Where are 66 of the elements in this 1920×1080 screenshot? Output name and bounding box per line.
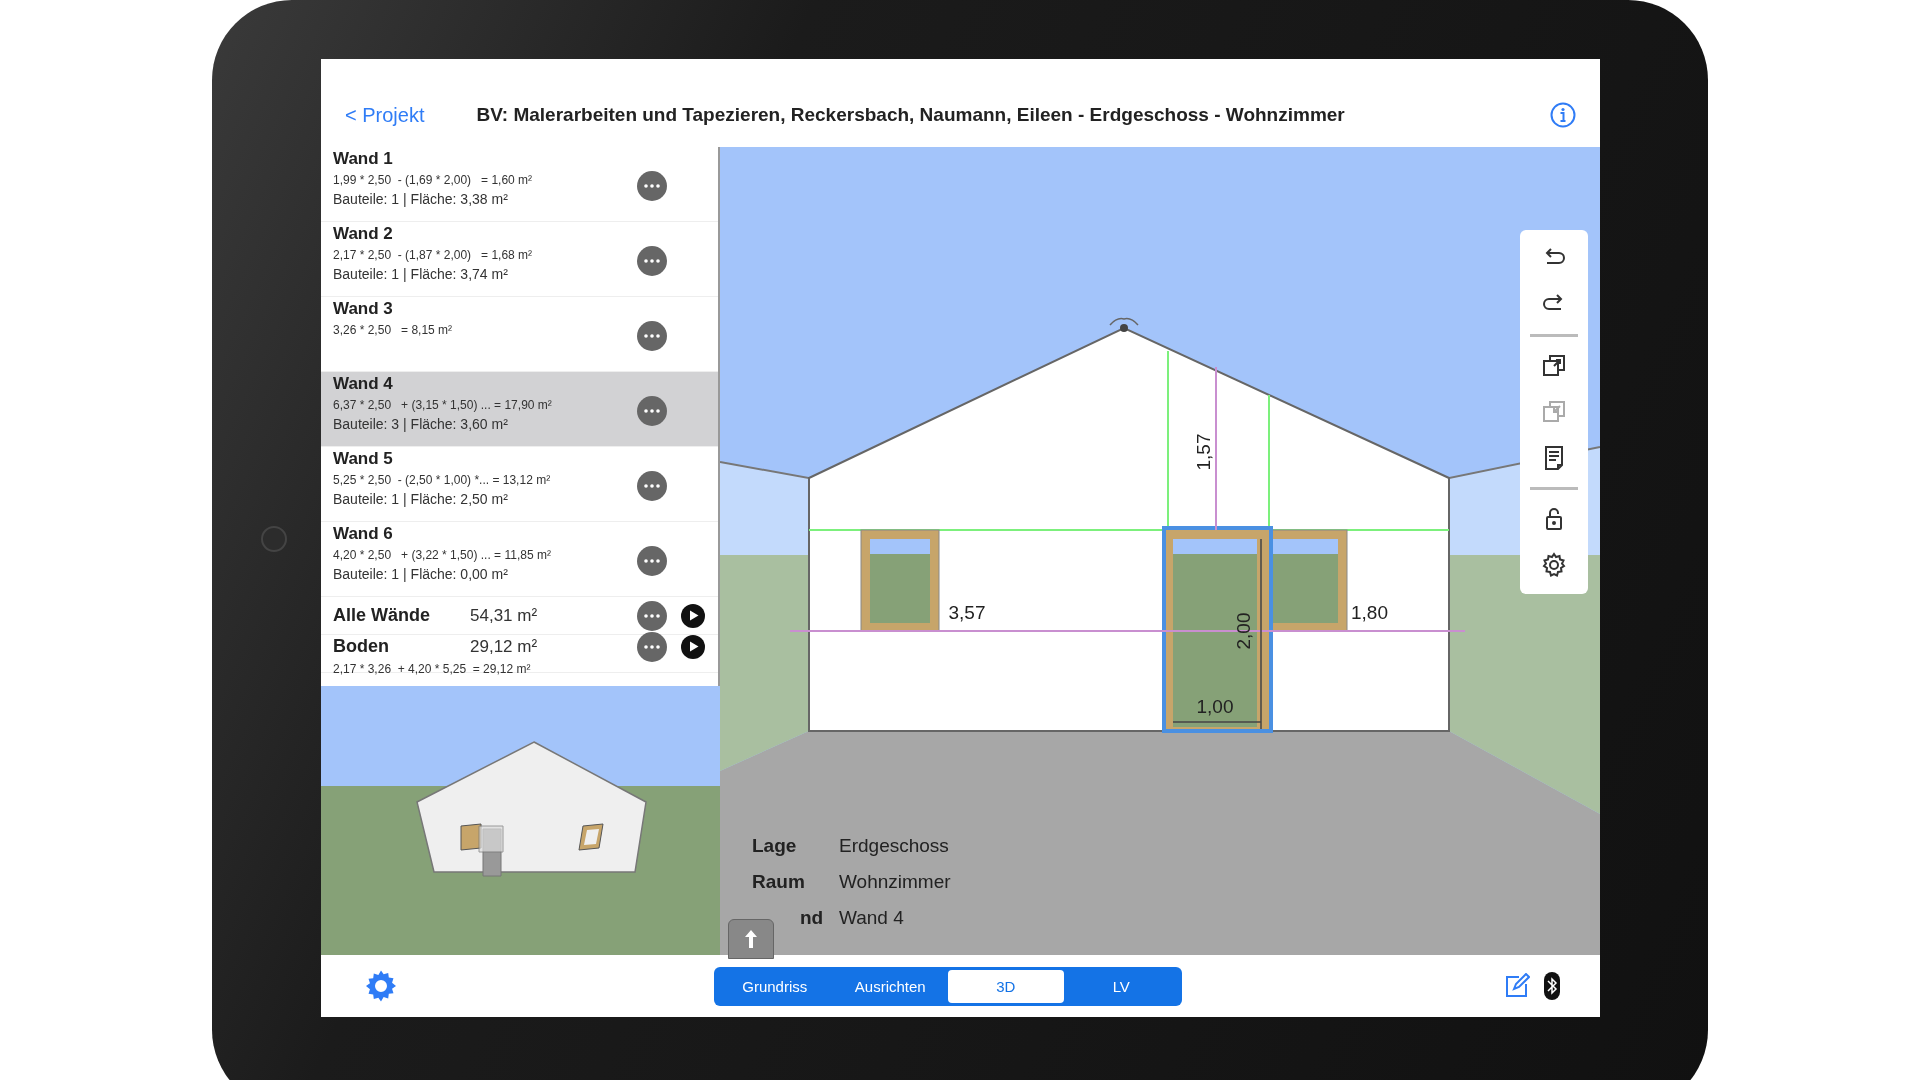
wall-summary: Bauteile: 1 | Fläche: 3,74 m² (333, 266, 509, 282)
more-button[interactable] (637, 545, 667, 576)
camera-icon (261, 526, 287, 552)
ellipsis-icon (644, 258, 660, 263)
wall-formula: 6,37 * 2,50 + (3,15 * 1,50) ... = 17,90 m² (333, 398, 553, 412)
view-tab[interactable]: LV (1063, 970, 1179, 1003)
more-button[interactable] (637, 245, 667, 276)
wall-summary: Bauteile: 1 | Fläche: 2,50 m² (333, 491, 509, 507)
ellipsis-icon (644, 408, 660, 413)
more-button[interactable] (637, 470, 667, 501)
dimension-label: 1,80 (1351, 602, 1388, 623)
view-tab[interactable]: Ausrichten (832, 970, 948, 1003)
more-button[interactable] (637, 600, 667, 631)
more-button[interactable] (637, 170, 667, 201)
bluetooth-icon[interactable] (1544, 972, 1560, 1000)
view-tab[interactable]: 3D (948, 970, 1064, 1003)
info-value: Wohnzimmer (839, 871, 951, 893)
play-button[interactable] (681, 603, 705, 628)
total-label: Boden (333, 636, 390, 657)
play-button[interactable] (681, 634, 705, 659)
more-button[interactable] (637, 320, 667, 351)
wall-name: Wand 5 (333, 449, 394, 469)
ellipsis-icon (644, 558, 660, 563)
back-link[interactable]: < Projekt (345, 103, 425, 127)
info-value: Wand 4 (839, 907, 904, 929)
dimension-label: 2,00 (1233, 612, 1254, 650)
arrow-up-icon[interactable] (728, 919, 774, 959)
view-tab[interactable]: Grundriss (717, 970, 833, 1003)
wall-summary: Bauteile: 3 | Fläche: 3,60 m² (333, 416, 509, 432)
ellipsis-icon (644, 644, 660, 649)
wall-formula: 2,17 * 2,50 - (1,87 * 2,00) = 1,68 m² (333, 248, 534, 262)
total-value: 29,12 m² (470, 636, 539, 657)
wall-formula: 5,25 * 2,50 - (2,50 * 1,00) *... = 13,12 m² (333, 473, 552, 487)
info-label: Raum (752, 871, 806, 893)
play-icon (689, 641, 699, 652)
wall-name: Wand 4 (333, 374, 394, 394)
wall-name: Wand 6 (333, 524, 394, 544)
wall-list-item[interactable]: Wand 4 6,37 * 2,50 + (3,15 * 1,50) ... = 17,90 m² Bauteile: 3 | Fläche: 3,60 m² (321, 372, 718, 447)
wall-formula: 4,20 * 2,50 + (3,22 * 1,50) ... = 11,85 m² (333, 548, 552, 562)
info-label: Lage (752, 835, 798, 857)
total-value: 54,31 m² (470, 605, 539, 626)
wall-name: Wand 1 (333, 149, 394, 169)
wall-summary: Bauteile: 1 | Fläche: 3,38 m² (333, 191, 509, 207)
dimension-label: 3,57 (948, 602, 986, 623)
ellipsis-icon (644, 613, 660, 618)
wall-formula: 1,99 * 2,50 - (1,69 * 2,00) = 1,60 m² (333, 173, 534, 187)
vertex-handle-icon[interactable] (1109, 317, 1139, 332)
wall-summary: Bauteile: 1 | Fläche: 0,00 m² (333, 566, 509, 582)
dimension-label: 1,00 (1196, 696, 1234, 717)
wall-name: Wand 2 (333, 224, 394, 244)
play-icon (689, 610, 699, 621)
total-label: Alle Wände (333, 605, 431, 626)
wall-formula: 3,26 * 2,50 = 8,15 m² (333, 323, 454, 337)
edit-icon[interactable] (1504, 973, 1530, 999)
more-button[interactable] (637, 395, 667, 426)
wall-name: Wand 3 (333, 299, 394, 319)
info-icon[interactable] (1550, 102, 1576, 128)
ellipsis-icon (644, 183, 660, 188)
ellipsis-icon (644, 333, 660, 338)
window-title: BV: Malerarbeiten und Tapezieren, Reckersbach, Naumann, Eileen - Erdgeschoss - Wohnzimmer (476, 104, 1346, 126)
ellipsis-icon (644, 483, 660, 488)
dimension-label: 1,57 (1193, 433, 1214, 471)
info-label: nd (799, 907, 825, 929)
more-button[interactable] (637, 631, 667, 662)
info-value: Erdgeschoss (839, 835, 949, 857)
floor-formula: 2,17 * 3,26 + 4,20 * 5,25 = 29,12 m² (333, 661, 532, 676)
